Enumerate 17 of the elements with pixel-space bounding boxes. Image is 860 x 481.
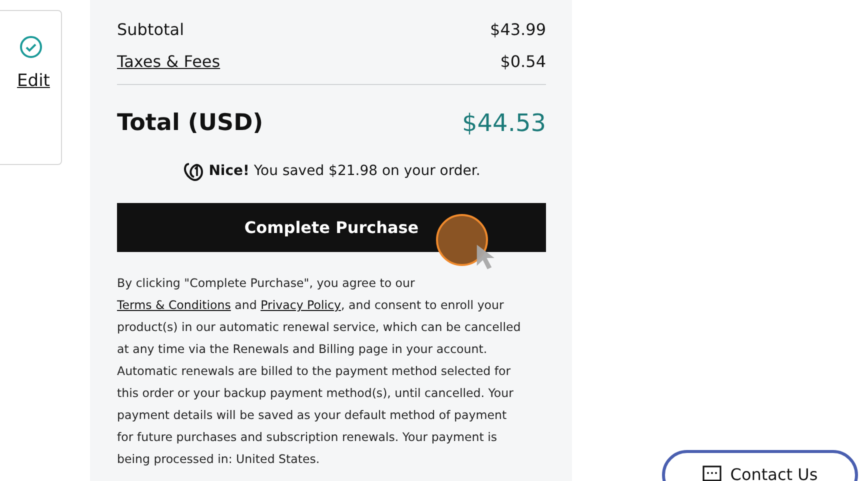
- legal-link[interactable]: Privacy Policy: [260, 298, 341, 312]
- total-value: $44.53: [462, 109, 546, 137]
- legal-link[interactable]: Terms & Conditions: [117, 298, 231, 312]
- complete-purchase-button[interactable]: Complete Purchase: [117, 203, 546, 252]
- edit-link[interactable]: Edit: [17, 71, 50, 91]
- check-circle-icon: [18, 35, 42, 59]
- logo-icon: [182, 161, 205, 181]
- taxes-link[interactable]: Taxes & Fees: [117, 52, 220, 72]
- pointer-icon: [476, 244, 496, 270]
- row-label: Subtotal: [117, 20, 184, 40]
- total-label: Total (USD): [117, 110, 264, 136]
- row-value: $0.54: [500, 52, 546, 72]
- row-value: $43.99: [490, 20, 546, 40]
- contact-us-button[interactable]: Contact Us: [662, 450, 858, 481]
- legal-text: By clicking "Complete Purchase", you agree to our Terms & Conditions and Privacy Policy, and consent to enroll your product(s) in our automatic renewal service, which can be cancelled at any time via the Renewals and Billing page in your account. Automatic renewals are billed to the payment method selected for this order or your backup payment method(s), until cancelled. Your payment details will be saved as your default method of payment for future purchases and subscription renewals. Your payment is being processed in: United States.: [117, 275, 522, 468]
- chat-icon: [702, 465, 722, 481]
- savings-message: Nice! You saved $21.98 on your order.: [208, 163, 480, 179]
